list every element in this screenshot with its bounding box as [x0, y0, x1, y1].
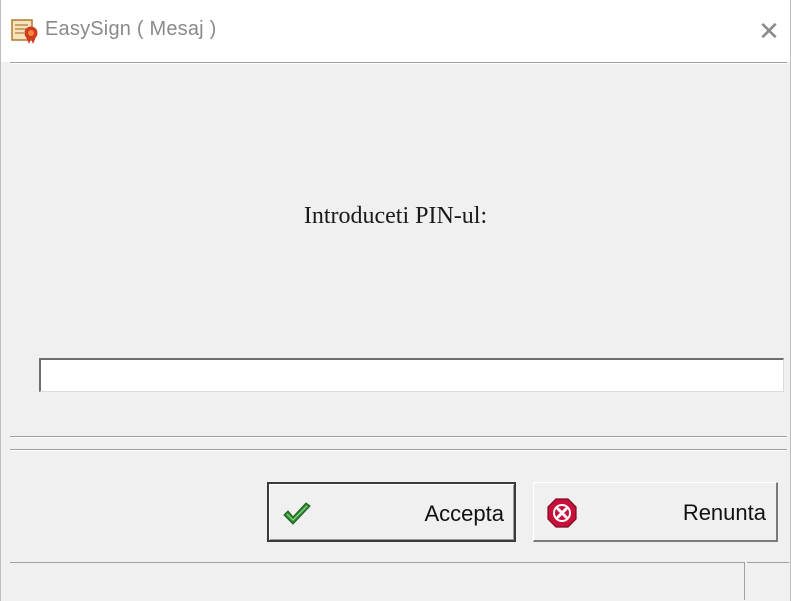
- close-icon[interactable]: ✕: [754, 16, 784, 46]
- accept-button-label: Accepta: [424, 501, 505, 526]
- certificate-ribbon-icon: [11, 19, 41, 45]
- title-divider: [10, 62, 787, 64]
- status-bar-grip[interactable]: [747, 562, 789, 600]
- accept-button[interactable]: Accepta: [267, 482, 516, 542]
- green-checkmark-icon: [281, 498, 313, 530]
- divider: [10, 436, 787, 438]
- divider: [10, 449, 787, 451]
- dialog-window: EasySign ( Mesaj ) ✕ Introduceti PIN-ul:…: [0, 0, 791, 601]
- cancel-button[interactable]: Renunta: [533, 482, 778, 542]
- pin-input[interactable]: [39, 358, 784, 392]
- red-cancel-icon: [546, 497, 578, 529]
- status-bar: [10, 562, 745, 600]
- window-title: EasySign ( Mesaj ): [45, 18, 217, 40]
- cancel-button-label: Renunta: [682, 500, 766, 525]
- pin-prompt-label: Introduceti PIN-ul:: [303, 203, 488, 229]
- title-bar[interactable]: EasySign ( Mesaj ) ✕: [1, 0, 790, 62]
